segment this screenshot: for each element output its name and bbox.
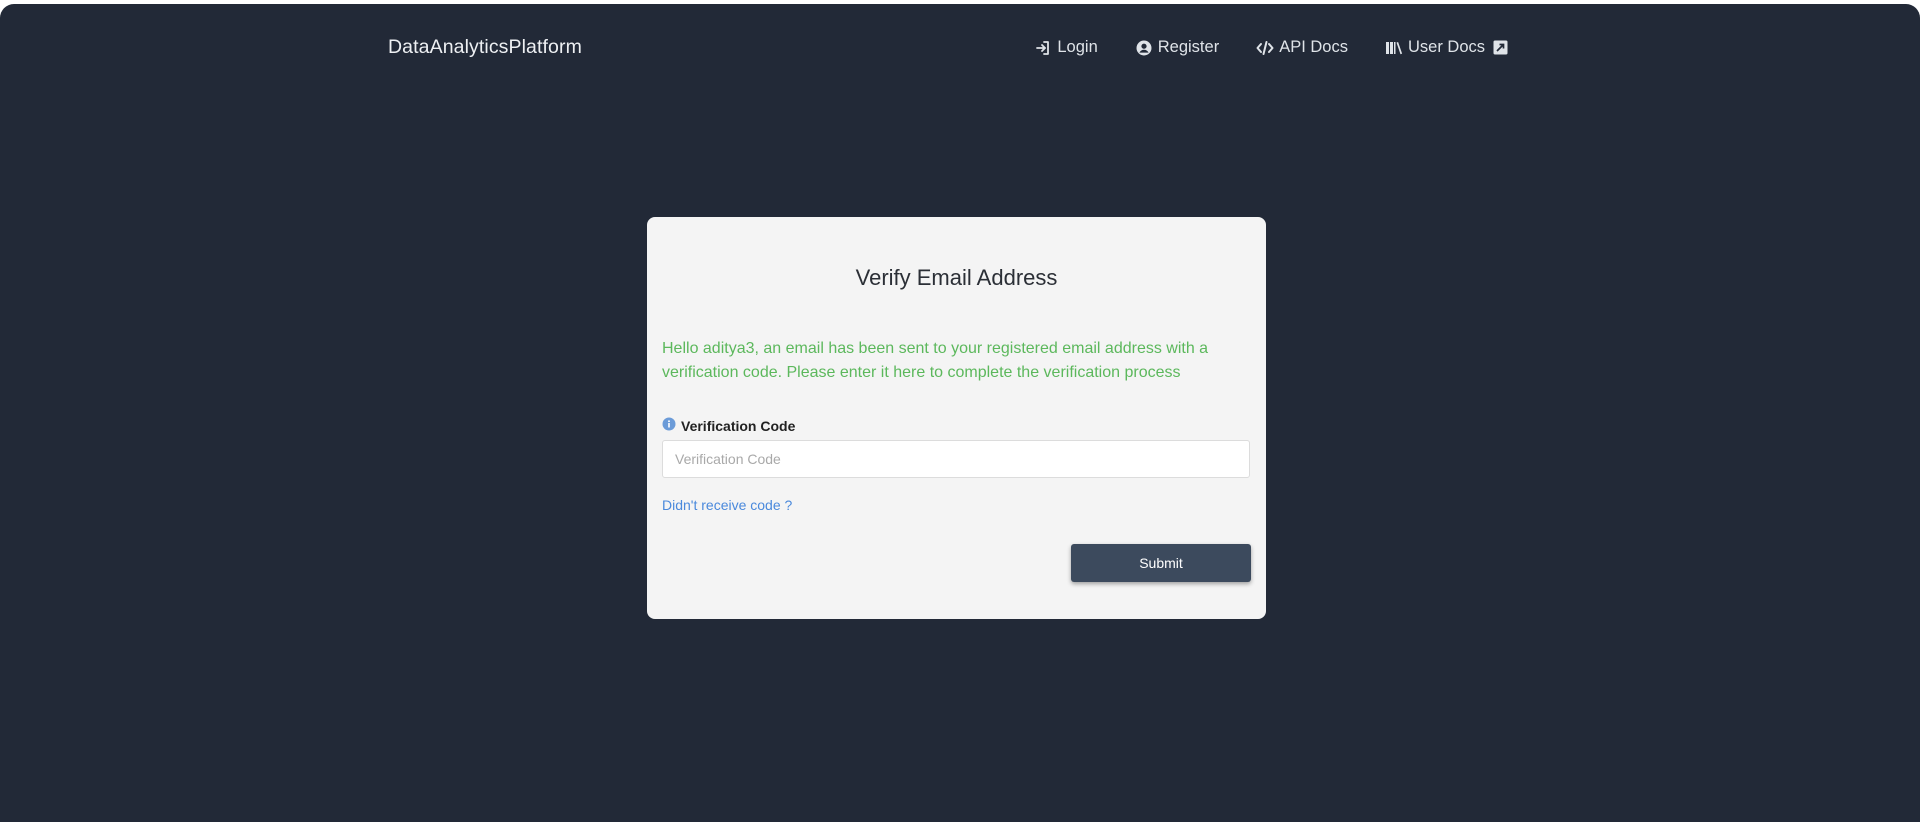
books-icon [1385, 39, 1403, 57]
user-circle-icon [1135, 39, 1153, 57]
nav-user-docs-label: User Docs [1407, 38, 1485, 56]
resend-code-link[interactable]: Didn't receive code ? [662, 497, 792, 513]
verification-code-label: Verification Code [681, 418, 796, 434]
verify-email-card: Verify Email Address Hello aditya3, an e… [647, 217, 1266, 619]
verification-code-label-row: Verification Code [662, 414, 795, 434]
nav-login[interactable]: Login [1034, 38, 1098, 57]
login-icon [1034, 39, 1052, 57]
card-title: Verify Email Address [855, 265, 1058, 290]
external-link-icon [1493, 40, 1508, 55]
app-window: DataAnalyticsPlatform Login Register API… [0, 4, 1920, 822]
nav-login-label: Login [1057, 38, 1098, 56]
info-icon[interactable] [662, 417, 676, 431]
nav-register-label: Register [1157, 38, 1220, 56]
success-message: Hello aditya3, an email has been sent to… [662, 340, 1209, 381]
verification-code-input[interactable] [662, 440, 1250, 478]
nav-register[interactable]: Register [1135, 38, 1219, 57]
submit-button[interactable]: Submit [1071, 544, 1251, 582]
nav-api-docs[interactable]: API Docs [1256, 38, 1348, 57]
brand-title[interactable]: DataAnalyticsPlatform [388, 36, 582, 59]
nav-menu: Login Register API Docs User Docs [1034, 38, 1508, 57]
top-navbar: DataAnalyticsPlatform Login Register API… [388, 32, 1508, 66]
nav-user-docs[interactable]: User Docs [1385, 38, 1508, 57]
code-icon [1256, 39, 1274, 57]
nav-api-docs-label: API Docs [1279, 38, 1348, 56]
